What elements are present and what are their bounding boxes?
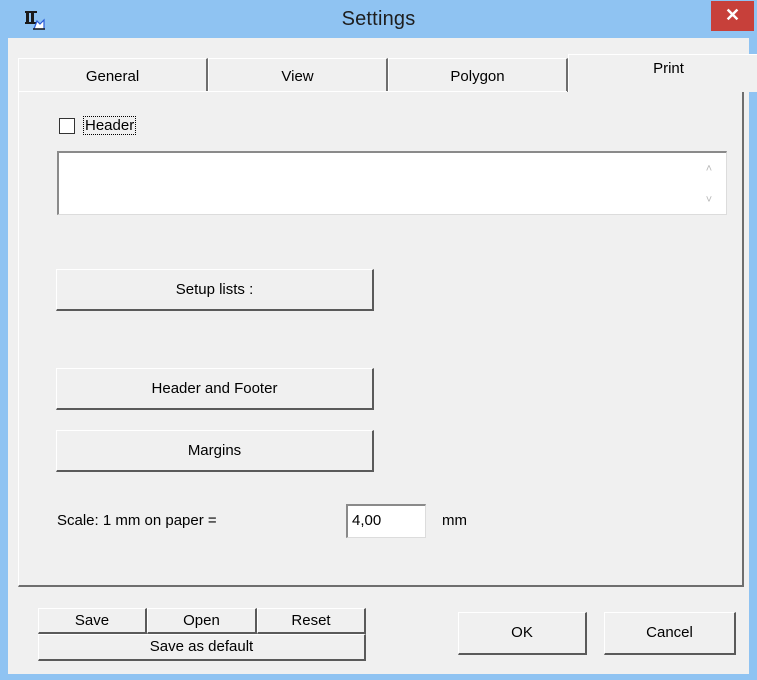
open-button[interactable]: Open: [147, 608, 257, 634]
setup-lists-button[interactable]: Setup lists :: [56, 269, 374, 311]
title-bar[interactable]: Settings ✕: [0, 0, 757, 38]
header-and-footer-button[interactable]: Header and Footer: [56, 368, 374, 410]
tab-label: View: [281, 68, 314, 85]
tab-label: Polygon: [450, 68, 505, 85]
tab-general[interactable]: General: [18, 58, 208, 92]
scroll-up-icon[interactable]: ˄: [702, 162, 716, 176]
save-button[interactable]: Save: [38, 608, 147, 634]
header-text-area[interactable]: [57, 151, 727, 215]
margins-button[interactable]: Margins: [56, 430, 374, 472]
tab-polygon[interactable]: Polygon: [388, 58, 568, 92]
ok-button[interactable]: OK: [458, 612, 587, 655]
scroll-down-icon[interactable]: ˅: [702, 193, 716, 207]
header-checkbox[interactable]: [59, 118, 75, 134]
reset-button[interactable]: Reset: [257, 608, 366, 634]
tab-label: Print: [653, 60, 684, 77]
cancel-button[interactable]: Cancel: [604, 612, 736, 655]
tab-print[interactable]: Print: [568, 54, 757, 92]
save-as-default-button[interactable]: Save as default: [38, 634, 366, 661]
header-checkbox-label[interactable]: Header: [83, 116, 137, 135]
scale-input[interactable]: 4,00: [346, 504, 426, 538]
close-icon: ✕: [724, 5, 741, 25]
settings-window: Settings ✕ General View Polygon Print He…: [0, 0, 757, 680]
tab-strip: General View Polygon Print: [18, 54, 757, 92]
tab-view[interactable]: View: [208, 58, 388, 92]
close-button[interactable]: ✕: [711, 1, 754, 31]
scale-label: Scale: 1 mm on paper =: [57, 512, 217, 529]
window-title: Settings: [341, 8, 416, 30]
tab-label: General: [85, 68, 140, 85]
scale-unit-label: mm: [442, 512, 467, 529]
